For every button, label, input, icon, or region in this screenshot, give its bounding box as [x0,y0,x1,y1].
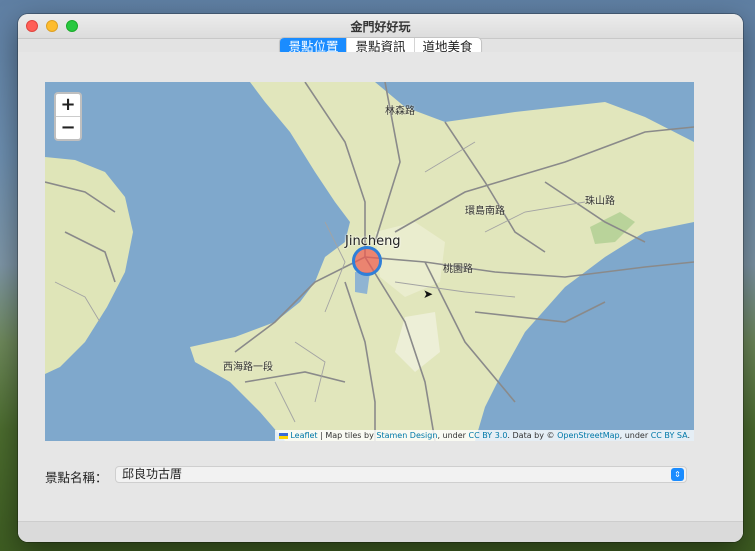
zoom-in-button[interactable]: + [56,94,80,117]
attribution-text: , under [437,431,469,440]
attraction-name-label: 景點名稱： [45,470,108,485]
zoom-out-button[interactable]: − [56,117,80,139]
attribution-text: | Map tiles by [317,431,377,440]
attribution-text: , under [619,431,651,440]
ukraine-flag-icon [279,432,289,439]
window-title: 金門好好玩 [350,20,411,34]
title-bar: 金門好好玩 [18,14,743,39]
road-label: 西海路一段 [223,362,273,373]
attribution-text: . [687,431,690,440]
window-footer [18,521,743,542]
tab-content-panel: Jincheng 林森路 桃園路 西海路一段 環島南路 珠山路 ➤ + − Le… [18,52,743,534]
attraction-selector-row: 景點名稱： 邱良功古厝 ⇕ [45,466,690,485]
road-label: 珠山路 [585,196,615,207]
stamen-link[interactable]: Stamen Design [376,431,437,440]
zoom-control: + − [54,92,82,141]
chevron-updown-icon[interactable]: ⇕ [671,468,684,481]
road-label: 環島南路 [465,206,505,217]
app-window: 金門好好玩 景點位置 景點資訊 道地美食 Jincheng 林森路 桃園路 西海… [18,14,743,542]
attraction-select[interactable]: 邱良功古厝 ⇕ [115,466,687,483]
road-label: 桃園路 [443,264,473,275]
leaflet-link[interactable]: Leaflet [290,431,317,440]
ccby-link[interactable]: CC BY 3.0 [469,431,508,440]
osm-link[interactable]: OpenStreetMap [557,431,620,440]
road-label: 林森路 [385,106,415,117]
map-view[interactable]: Jincheng 林森路 桃園路 西海路一段 環島南路 珠山路 ➤ + − Le… [45,82,694,441]
selected-attraction: 邱良功古厝 [122,467,183,481]
ccbysa-link[interactable]: CC BY SA [651,431,688,440]
location-marker[interactable] [352,246,382,276]
map-attribution: Leaflet | Map tiles by Stamen Design, un… [275,430,694,441]
desktop-background-right [741,0,755,551]
attribution-text: . Data by © [507,431,558,440]
mouse-pointer-icon: ➤ [423,287,434,301]
